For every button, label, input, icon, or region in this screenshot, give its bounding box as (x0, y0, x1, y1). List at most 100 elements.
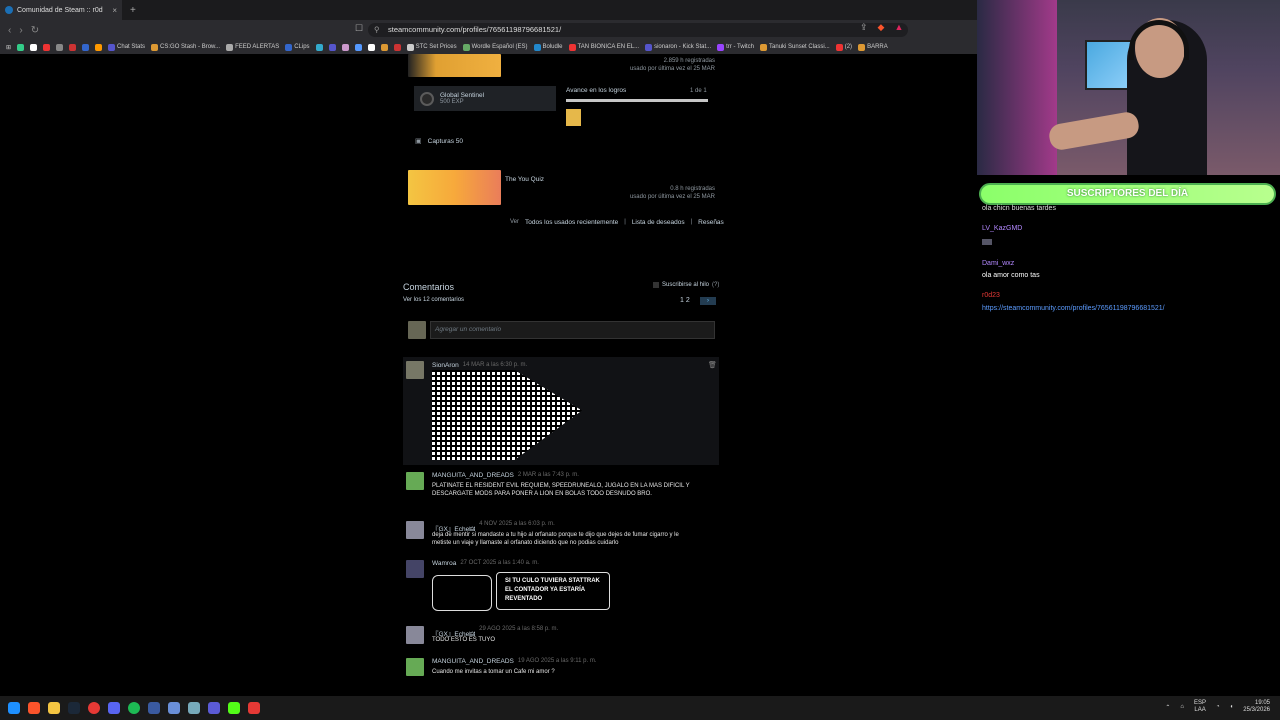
language-indicator[interactable]: ESP LAA (1194, 700, 1206, 714)
bookmark-item[interactable] (43, 43, 51, 51)
forward-icon[interactable]: › (19, 25, 22, 36)
bookmark-tanuki[interactable]: Tanuki Sunset Classi... (760, 43, 830, 51)
avatar[interactable] (408, 321, 426, 339)
view-label: Ver (510, 219, 520, 225)
network-icon[interactable]: ⌂ (1180, 704, 1184, 710)
folder-icon[interactable] (48, 702, 60, 714)
bookmark-barra[interactable]: BARRA (858, 43, 888, 51)
bookmark-item[interactable] (367, 43, 375, 51)
bookmark-boludle[interactable]: Boludle (533, 43, 563, 51)
checkbox-icon[interactable] (653, 282, 659, 288)
view-all-comments-link[interactable]: Ver los 12 comentarios (403, 297, 464, 303)
share-icon[interactable]: ⇪ (860, 22, 868, 33)
chat-username: r0d23 (982, 292, 1000, 299)
app-icon[interactable] (148, 702, 160, 714)
brave-rewards-icon[interactable]: ▲ (894, 22, 903, 33)
game-last-played: usado por última vez el 25 MAR (629, 66, 715, 72)
achievement-icon[interactable] (566, 109, 581, 126)
windows-start-icon[interactable] (8, 702, 20, 714)
reviews-link[interactable]: Reseñas (698, 219, 724, 226)
bookmark-feed-alertas[interactable]: FEED ALERTAS (226, 43, 279, 51)
bookmark-item[interactable] (380, 43, 388, 51)
close-icon[interactable]: × (112, 6, 117, 15)
app-icon[interactable] (208, 702, 220, 714)
clock[interactable]: 19:05 25/3/2026 (1243, 700, 1270, 714)
bookmark-csgo-stash[interactable]: CS:GO Stash - Brow... (151, 43, 220, 51)
subscribe-thread[interactable]: Suscribirse al hilo (?) (653, 282, 719, 288)
avatar[interactable] (406, 472, 424, 490)
chrome-icon[interactable] (88, 702, 100, 714)
steam-icon (5, 6, 13, 14)
comment-author[interactable]: MANGUITA_AND_DREADS (432, 658, 514, 665)
app-icon[interactable] (168, 702, 180, 714)
brave-icon[interactable] (28, 702, 40, 714)
app-icon[interactable] (188, 702, 200, 714)
avatar[interactable] (406, 658, 424, 676)
subscribers-banner: SUSCRIPTORES DEL DÍA (979, 183, 1276, 205)
bookmark-item[interactable] (341, 43, 349, 51)
achievement-name: Global Sentinel (440, 92, 485, 99)
bookmark-wordle[interactable]: Wordle Español (ES) (462, 43, 528, 51)
bookmark-item[interactable] (328, 43, 336, 51)
new-tab-button[interactable]: + (130, 5, 136, 16)
webcam-overlay (977, 0, 1280, 175)
discord-icon[interactable] (108, 702, 120, 714)
achievement-exp: 500 EXP (440, 99, 464, 105)
url-text: steamcommunity.com/profiles/765611987966… (388, 25, 562, 34)
delete-icon[interactable]: 🗑 (708, 361, 717, 369)
game-hours: 0.8 h registradas (670, 186, 715, 192)
browser-tab[interactable]: Comunidad de Steam :: r0d × (0, 0, 122, 20)
camera-icon: ▣ (415, 138, 422, 145)
comment-input[interactable]: Agregar un comentario (430, 321, 715, 339)
back-icon[interactable]: ‹ (8, 25, 11, 36)
game-capsule-you-quiz[interactable] (408, 170, 501, 205)
bookmark-chat-stats[interactable]: Chat Stats (108, 43, 145, 51)
pagination[interactable]: 1 2 (680, 297, 690, 304)
bookmark-item[interactable] (17, 43, 25, 51)
comment-author[interactable]: MANGUITA_AND_DREADS (432, 472, 514, 479)
bookmark-item[interactable] (393, 43, 401, 51)
next-page-icon[interactable]: › (700, 297, 716, 305)
bookmark-item[interactable] (95, 43, 103, 51)
lock-icon: ⚲ (374, 25, 380, 34)
volume-icon[interactable]: ◖ (1230, 704, 1234, 710)
comment-author[interactable]: Wamroa (432, 560, 456, 567)
bookmark-item[interactable] (30, 43, 38, 51)
bookmark-item[interactable] (315, 43, 323, 51)
bookmark-youtube[interactable]: (2) (835, 43, 852, 51)
game-capsule-cs[interactable] (408, 54, 501, 77)
steam-icon[interactable] (68, 702, 80, 714)
bookmark-item[interactable] (354, 43, 362, 51)
wifi-icon[interactable]: ◔ (1216, 704, 1220, 710)
apps-icon[interactable]: ⊞ (6, 44, 11, 51)
avatar[interactable] (406, 521, 424, 539)
chevron-up-icon[interactable]: ⌃ (1165, 704, 1170, 711)
avatar[interactable] (406, 560, 424, 578)
app-icon[interactable] (248, 702, 260, 714)
comment-text: deja de mentir si mandaste a tu hijo al … (432, 532, 679, 546)
spotify-icon[interactable] (128, 702, 140, 714)
subscribe-help-icon[interactable]: (?) (712, 282, 719, 288)
url-field[interactable]: ⚲ steamcommunity.com/profiles/7656119879… (368, 23, 908, 37)
recent-games-link[interactable]: Todos los usados recientemente (525, 219, 618, 226)
bookmark-twitch[interactable]: trr - Twitch (717, 43, 754, 51)
bookmark-icon[interactable]: ☐ (355, 23, 363, 34)
achievement-box[interactable]: Global Sentinel 500 EXP (414, 86, 556, 111)
brave-shield-icon[interactable]: ◆ (878, 22, 885, 33)
bookmark-clips[interactable]: CLips (285, 43, 310, 51)
comment-author[interactable]: SionAron (432, 362, 459, 369)
reload-icon[interactable]: ↻ (31, 25, 39, 36)
bookmark-stc-set-prices[interactable]: STC Set Prices (406, 43, 457, 51)
wishlist-link[interactable]: Lista de deseados (632, 219, 685, 226)
bookmark-item[interactable] (56, 43, 64, 51)
bookmarks-bar: ⊞ Chat Stats CS:GO Stash - Brow... FEED … (0, 40, 977, 54)
bookmark-tan-bionica[interactable]: TAN BIONICA EN EL... (568, 43, 639, 51)
screenshots-link[interactable]: ▣ Capturas 50 (415, 137, 463, 146)
bookmark-item[interactable] (69, 43, 77, 51)
game-title[interactable]: The You Quiz (505, 176, 544, 183)
bookmark-kick-stats[interactable]: sionaron - Kick Stat... (645, 43, 711, 51)
avatar[interactable] (406, 626, 424, 644)
app-icon[interactable] (228, 702, 240, 714)
bookmark-item[interactable] (82, 43, 90, 51)
avatar[interactable] (406, 361, 424, 379)
